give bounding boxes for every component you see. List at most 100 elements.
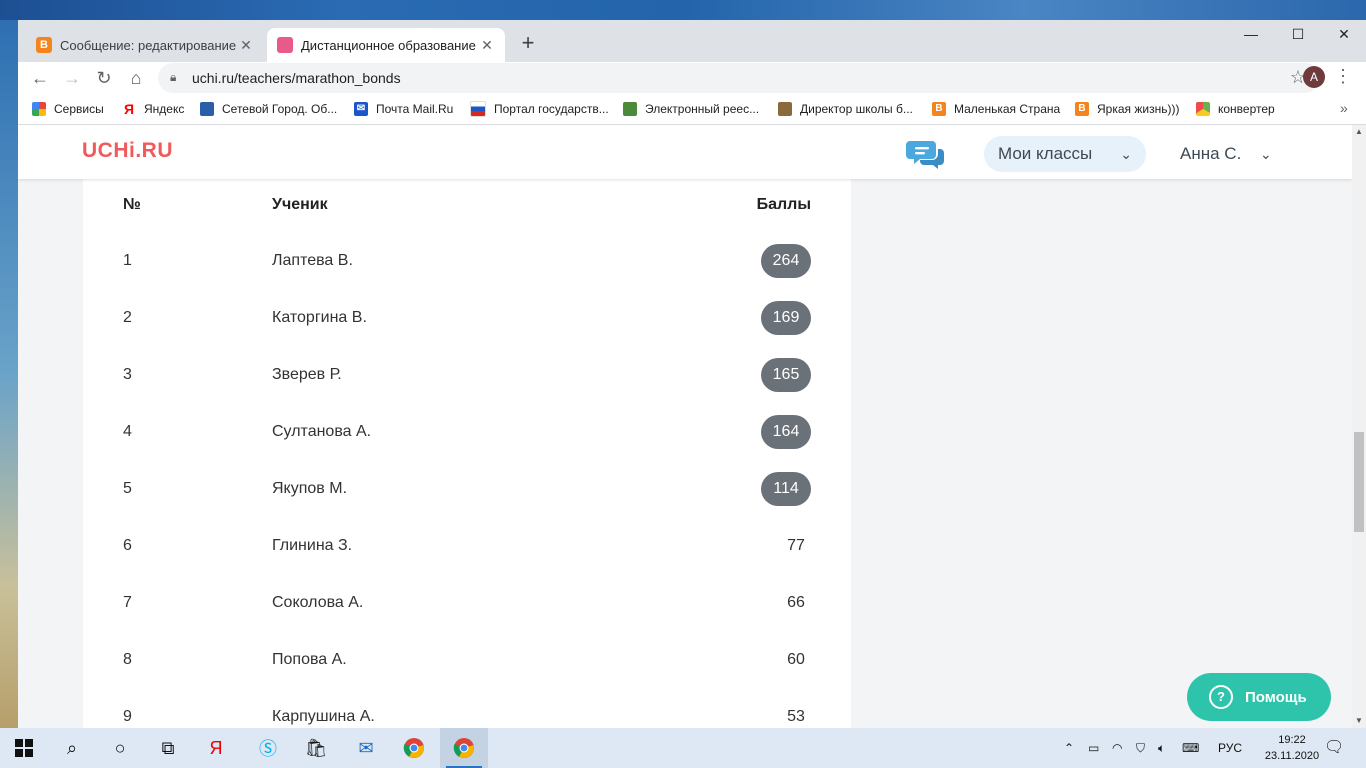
desktop-wallpaper-top bbox=[0, 0, 1366, 20]
row-number: 7 bbox=[123, 594, 132, 611]
bookmark-label: Сетевой Город. Об... bbox=[222, 102, 338, 116]
tab-strip: B Сообщение: редактирование ✕ Дистанцион… bbox=[18, 20, 1366, 62]
defender-icon[interactable]: ⛉ bbox=[1136, 728, 1145, 768]
user-menu[interactable]: Анна С. ⌄ bbox=[1180, 136, 1272, 172]
header-student: Ученик bbox=[272, 196, 328, 213]
table-row: 3 Зверев Р. 165 bbox=[83, 358, 851, 415]
tab-blogger-edit[interactable]: B Сообщение: редактирование ✕ bbox=[26, 28, 264, 62]
bookmark-bright-life[interactable]: B Яркая жизнь))) bbox=[1075, 94, 1179, 124]
close-icon[interactable]: ✕ bbox=[479, 37, 495, 54]
bookmark-small-country[interactable]: B Маленькая Страна bbox=[932, 94, 1060, 124]
store-icon[interactable]: 🛍︎ bbox=[292, 728, 340, 768]
skype-icon[interactable]: Ⓢ bbox=[244, 728, 292, 768]
registry-icon bbox=[623, 102, 637, 116]
student-name: Зверев Р. bbox=[272, 366, 342, 383]
bookmark-label: конвертер bbox=[1218, 102, 1275, 116]
scroll-down-arrow-icon[interactable]: ▼ bbox=[1352, 714, 1366, 728]
table-row: 9 Карпушина А. 53 bbox=[83, 700, 851, 728]
netcity-icon bbox=[200, 102, 214, 116]
my-classes-dropdown[interactable]: Мои классы ⌄ bbox=[984, 136, 1146, 172]
header-score: Баллы bbox=[756, 196, 811, 213]
search-icon[interactable]: ⌕ bbox=[48, 728, 96, 768]
battery-icon[interactable]: ▭ bbox=[1088, 728, 1099, 768]
volume-icon[interactable]: 🔈︎ bbox=[1158, 728, 1165, 768]
chrome-active-icon[interactable] bbox=[440, 728, 488, 768]
row-number: 6 bbox=[123, 537, 132, 554]
blogger-icon: B bbox=[36, 37, 52, 53]
score-badge: 169 bbox=[761, 301, 811, 335]
score-value: 77 bbox=[787, 537, 805, 554]
page-content: UCHi.RU Мои классы ⌄ Анна С. ⌄ № Ученик … bbox=[18, 125, 1352, 728]
page-scrollbar[interactable] bbox=[1352, 125, 1366, 728]
browser-window: B Сообщение: редактирование ✕ Дистанцион… bbox=[18, 20, 1366, 728]
notifications-icon[interactable]: 🗨︎ bbox=[1324, 728, 1344, 768]
network-icon[interactable]: ◠ bbox=[1112, 728, 1122, 768]
row-number: 3 bbox=[123, 366, 132, 383]
yandex-browser-icon[interactable]: Я bbox=[192, 728, 240, 768]
close-icon[interactable]: ✕ bbox=[238, 37, 254, 54]
mail-icon: ✉ bbox=[354, 102, 368, 116]
bookmark-netcity[interactable]: Сетевой Город. Об... bbox=[200, 94, 337, 124]
bookmark-gosuslugi[interactable]: Портал государств... bbox=[470, 94, 609, 124]
scroll-up-arrow-icon[interactable]: ▲ bbox=[1352, 125, 1366, 139]
maximize-button[interactable]: ☐ bbox=[1275, 20, 1321, 50]
bookmark-services[interactable]: Сервисы bbox=[32, 94, 104, 124]
reload-icon[interactable]: ↻ bbox=[92, 66, 116, 90]
forward-arrow-icon[interactable]: → bbox=[60, 66, 84, 90]
site-header: UCHi.RU Мои классы ⌄ Анна С. ⌄ bbox=[18, 125, 1352, 179]
clock[interactable]: 19:22 23.11.2020 bbox=[1262, 732, 1322, 764]
close-window-button[interactable]: ✕ bbox=[1321, 20, 1366, 50]
desktop-wallpaper-left bbox=[0, 20, 18, 728]
windows-start-icon[interactable] bbox=[0, 728, 48, 768]
profile-avatar[interactable]: A bbox=[1303, 66, 1325, 88]
students-scores-card: № Ученик Баллы 1 Лаптева В. 264 2 Каторгина … bbox=[83, 179, 851, 728]
bookmark-mail[interactable]: ✉ Почта Mail.Ru bbox=[354, 94, 453, 124]
windows-taskbar: ⌕ ○ ⧉ Я Ⓢ 🛍︎ ✉ ⌃ ▭ ◠ ⛉ 🔈︎ ⌨ РУС 19:22 23… bbox=[0, 728, 1366, 768]
tab-title: Дистанционное образование д bbox=[301, 37, 479, 53]
bookmark-registry[interactable]: Электронный реес... bbox=[623, 94, 759, 124]
uchi-favicon-icon bbox=[277, 37, 293, 53]
help-button[interactable]: ? Помощь bbox=[1187, 673, 1331, 721]
bookmarks-bar: Сервисы Я Яндекс Сетевой Город. Об... ✉ … bbox=[18, 94, 1366, 125]
row-number: 8 bbox=[123, 651, 132, 668]
home-icon[interactable]: ⌂ bbox=[124, 66, 148, 90]
question-icon: ? bbox=[1209, 685, 1233, 709]
task-view-icon[interactable]: ⧉ bbox=[144, 728, 192, 768]
keyboard-icon[interactable]: ⌨ bbox=[1182, 728, 1199, 768]
chevron-double-right-icon[interactable]: » bbox=[1340, 100, 1348, 116]
uchi-logo[interactable]: UCHi.RU bbox=[82, 139, 173, 163]
bookmark-label: Электронный реес... bbox=[645, 102, 760, 116]
chrome-icon[interactable] bbox=[390, 728, 438, 768]
menu-dots-icon[interactable]: ⋮ bbox=[1334, 66, 1352, 87]
new-tab-button[interactable]: + bbox=[516, 32, 540, 56]
bookmark-yandex[interactable]: Я Яндекс bbox=[122, 94, 184, 124]
cortana-icon[interactable]: ○ bbox=[96, 728, 144, 768]
mail-app-icon[interactable]: ✉ bbox=[342, 728, 390, 768]
my-classes-label: Мои классы bbox=[998, 144, 1093, 163]
header-number: № bbox=[123, 196, 141, 213]
table-row: 7 Соколова А. 66 bbox=[83, 586, 851, 643]
bookmark-converter[interactable]: конвертер bbox=[1196, 94, 1275, 124]
chevron-down-icon: ⌄ bbox=[1120, 146, 1132, 162]
score-badge: 164 bbox=[761, 415, 811, 449]
apps-grid-icon bbox=[32, 102, 46, 116]
bookmark-director[interactable]: Директор школы б... bbox=[778, 94, 913, 124]
student-name: Якупов М. bbox=[272, 480, 348, 497]
language-indicator[interactable]: РУС bbox=[1218, 728, 1242, 768]
score-badge: 114 bbox=[761, 472, 811, 506]
chat-icon[interactable] bbox=[906, 137, 946, 169]
minimize-button[interactable]: — bbox=[1228, 20, 1274, 50]
score-value: 53 bbox=[787, 708, 805, 725]
address-bar[interactable]: 🔒︎ uchi.ru/teachers/marathon_bonds ☆ bbox=[158, 63, 1320, 93]
tab-uchi[interactable]: Дистанционное образование д ✕ bbox=[267, 28, 505, 62]
student-name: Лаптева В. bbox=[272, 252, 353, 269]
clock-date: 23.11.2020 bbox=[1264, 750, 1320, 762]
chevron-up-icon[interactable]: ⌃ bbox=[1064, 728, 1074, 768]
blogger-icon: B bbox=[932, 102, 946, 116]
scrollbar-thumb[interactable] bbox=[1354, 432, 1364, 532]
bookmark-label: Сервисы bbox=[54, 102, 104, 116]
back-arrow-icon[interactable]: ← bbox=[28, 66, 52, 90]
student-name: Глинина З. bbox=[272, 537, 353, 554]
table-row: 6 Глинина З. 77 bbox=[83, 529, 851, 586]
clock-time: 19:22 bbox=[1278, 734, 1306, 746]
